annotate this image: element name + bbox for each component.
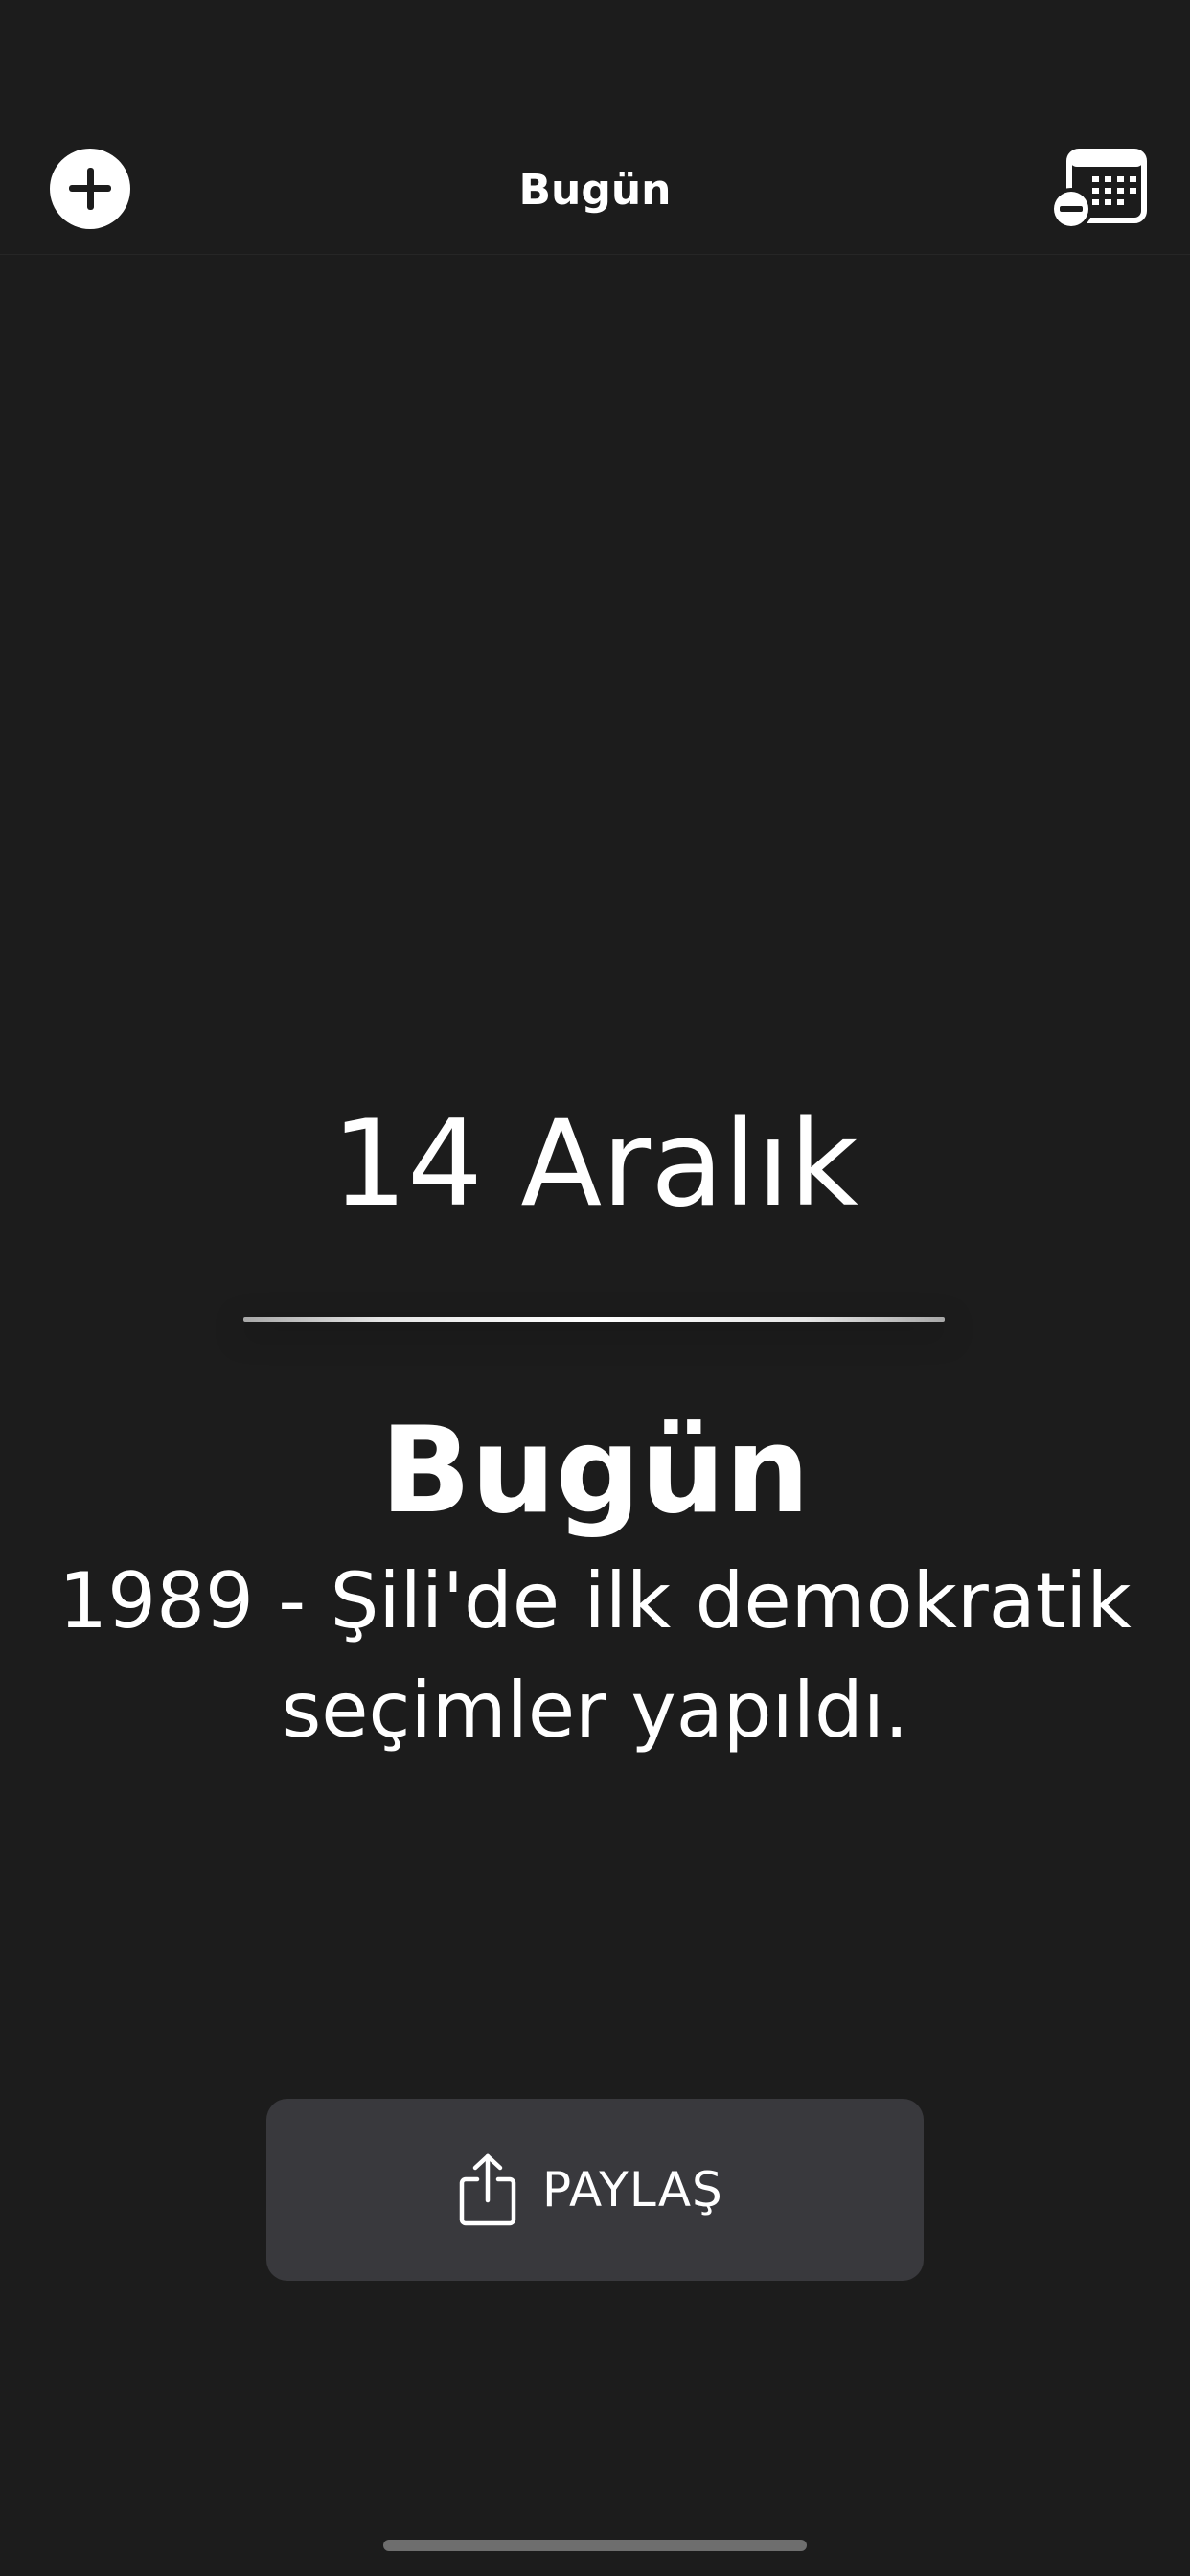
date-label: 14 Aralık: [332, 1095, 858, 1233]
share-button[interactable]: PAYLAŞ: [266, 2099, 924, 2281]
home-indicator[interactable]: [383, 2540, 807, 2551]
event-description: 1989 - Şili'de ilk demokratik seçimler y…: [58, 1556, 1132, 1755]
share-label: PAYLAŞ: [542, 2162, 723, 2218]
nav-title: Bugün: [518, 166, 672, 215]
share-icon: [459, 2153, 516, 2226]
calendar-remove-icon: [1050, 149, 1147, 230]
divider: [243, 1317, 945, 1322]
calendar-remove-button[interactable]: [1048, 148, 1148, 236]
navigation-bar: Bugün: [0, 0, 1190, 255]
section-heading: Bugün: [379, 1402, 811, 1540]
